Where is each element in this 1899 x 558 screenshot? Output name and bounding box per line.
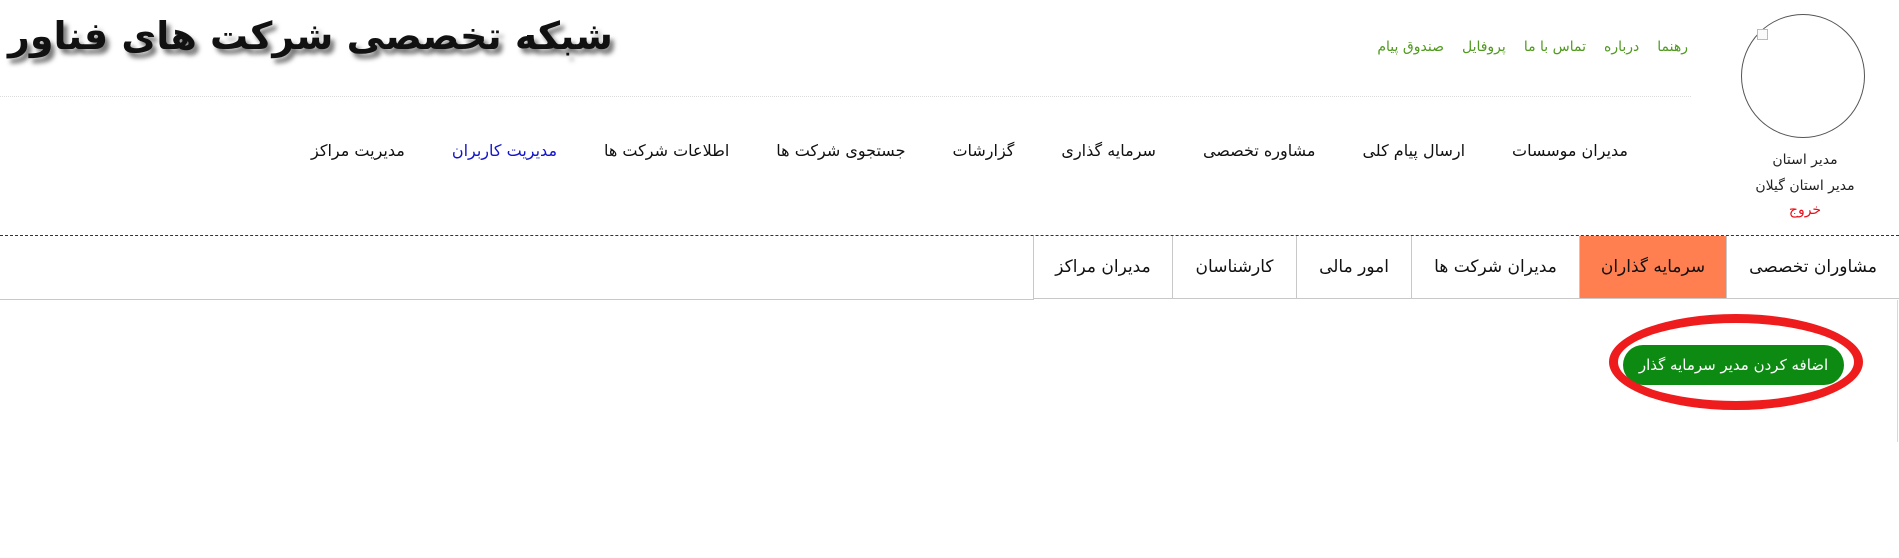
- content-border: [1897, 300, 1898, 442]
- top-link-contact[interactable]: تماس با ما: [1524, 39, 1586, 55]
- logout-link[interactable]: خروج: [1740, 202, 1870, 218]
- user-name: مدیر استان گیلان: [1755, 178, 1855, 194]
- top-link-help[interactable]: رهنما: [1657, 39, 1688, 55]
- user-type-tabs: مدیران مراکز کارشناسان امور مالی مدیران …: [1033, 236, 1899, 300]
- nav-centers-management[interactable]: مدیریت مراکز: [311, 141, 405, 160]
- nav-companies-search[interactable]: جستجوی شرکت ها: [776, 141, 905, 160]
- nav-companies-info[interactable]: اطلاعات شرکت ها: [604, 141, 729, 160]
- user-role: مدیر استان: [1772, 152, 1838, 168]
- tab-expert-consultants[interactable]: مشاوران تخصصی: [1726, 236, 1899, 299]
- top-link-inbox[interactable]: صندوق پیام: [1377, 39, 1444, 55]
- add-investor-manager-button[interactable]: اضافه کردن مدیر سرمایه گذار: [1623, 345, 1844, 385]
- tab-experts[interactable]: کارشناسان: [1172, 236, 1296, 299]
- broken-image-icon: [1757, 29, 1768, 40]
- user-avatar: [1741, 14, 1865, 138]
- tab-company-managers[interactable]: مدیران شرکت ها: [1411, 236, 1579, 299]
- tab-investors[interactable]: سرمایه گذاران: [1579, 236, 1726, 299]
- top-links: صندوق پیام پروفایل تماس با ما درباره رهن…: [1359, 39, 1688, 55]
- main-nav: مدیریت مراکز مدیریت کاربران اطلاعات شرکت…: [311, 141, 1628, 160]
- nav-expert-consulting[interactable]: مشاوره تخصصی: [1203, 141, 1316, 160]
- nav-investment[interactable]: سرمایه گذاری: [1061, 141, 1156, 160]
- nav-broadcast-message[interactable]: ارسال پیام کلی: [1362, 141, 1465, 160]
- nav-reports[interactable]: گزارشات: [952, 141, 1014, 160]
- nav-institute-managers[interactable]: مدیران موسسات: [1512, 141, 1628, 160]
- top-link-profile[interactable]: پروفایل: [1462, 39, 1506, 55]
- top-link-about[interactable]: درباره: [1604, 39, 1639, 55]
- tab-baseline: [0, 299, 1034, 300]
- tab-center-managers[interactable]: مدیران مراکز: [1033, 236, 1172, 299]
- tab-finance[interactable]: امور مالی: [1296, 236, 1411, 299]
- header-divider: [0, 96, 1691, 97]
- nav-users-management[interactable]: مدیریت کاربران: [452, 141, 557, 160]
- site-title: شبکه تخصصی شرکت های فناور: [8, 14, 613, 58]
